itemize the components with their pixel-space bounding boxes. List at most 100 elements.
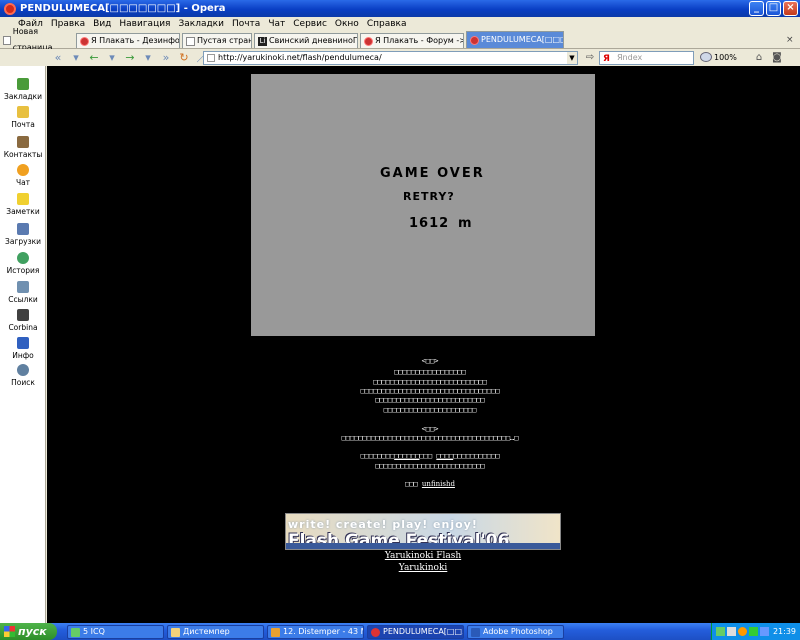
li-icon: Li: [258, 36, 267, 46]
tab-3[interactable]: LiСвинский дневниноГ : Li…: [254, 33, 358, 48]
tab-4[interactable]: Я Плакать - Форум -> иг…: [360, 33, 464, 48]
flash-game-festival-banner[interactable]: write! create! play! enjoy! Flash Game F…: [285, 513, 561, 550]
sidebar-item-mail[interactable]: Почта: [0, 106, 46, 129]
tab-label: Я Плакать - Форум -> иг…: [375, 36, 463, 45]
inline-link[interactable]: □□□□: [436, 452, 453, 460]
eye-icon: [700, 52, 712, 62]
address-dropdown-icon[interactable]: ▼: [567, 52, 577, 64]
sidebar-item-notes[interactable]: Заметки: [0, 193, 46, 216]
text: □□□: [405, 480, 418, 488]
camera-icon[interactable]: ◙: [770, 51, 784, 65]
menu-navigation[interactable]: Навигация: [119, 19, 170, 29]
menu-help[interactable]: Справка: [367, 19, 407, 29]
opera-icon: [470, 35, 479, 45]
unfinishd-link[interactable]: unfinishd: [422, 480, 455, 488]
close-button[interactable]: ×: [783, 1, 798, 16]
tab-1[interactable]: Я Плакать - Дезинформа…: [76, 33, 180, 48]
menu-bookmarks[interactable]: Закладки: [178, 19, 224, 29]
sidebar-item-corbina[interactable]: Corbina: [0, 309, 46, 332]
zoom-value: 100%: [714, 53, 737, 62]
back-icon[interactable]: ←: [86, 51, 102, 65]
tray-icon[interactable]: [749, 627, 758, 636]
go-icon[interactable]: ⇨: [583, 51, 597, 65]
menu-mail[interactable]: Почта: [232, 19, 260, 29]
menu-window[interactable]: Окно: [335, 19, 359, 29]
back-dropdown-icon[interactable]: ▾: [68, 51, 84, 65]
tray-icons: [716, 627, 776, 636]
text: □□□□□□□□□□□: [453, 452, 500, 460]
back-menu-icon[interactable]: ▾: [104, 51, 120, 65]
start-button[interactable]: пуск: [0, 623, 57, 640]
rewind-icon[interactable]: «: [50, 51, 66, 65]
tray-icon[interactable]: [760, 627, 769, 636]
text: □□□: [419, 452, 433, 460]
retry-button[interactable]: RETRY?: [403, 190, 455, 203]
address-url: http://yarukinoki.net/flash/pendulumeca/: [218, 53, 382, 62]
zoom-control[interactable]: 100%: [700, 51, 744, 65]
menu-chat[interactable]: Чат: [268, 19, 285, 29]
forward-menu-icon[interactable]: ▾: [140, 51, 156, 65]
taskbar-item-folder[interactable]: Дистемпер: [167, 625, 264, 639]
sidebar-item-history[interactable]: История: [0, 252, 46, 275]
taskbar-item-icq[interactable]: 5 ICQ: [67, 625, 164, 639]
tray-icon[interactable]: [727, 627, 736, 636]
sidebar-item-search[interactable]: Поиск: [0, 364, 46, 387]
game-over-title: GAME OVER: [380, 166, 485, 181]
system-tray: 21:39: [711, 623, 800, 640]
opera-icon: [4, 2, 16, 15]
close-tab-icon[interactable]: ×: [786, 35, 796, 45]
search-input[interactable]: Я Яndex: [599, 51, 694, 65]
yarukinoki-link[interactable]: Yarukinoki: [330, 563, 516, 573]
menu-view[interactable]: Вид: [93, 19, 111, 29]
flash-game[interactable]: GAME OVER RETRY? 1612 m: [251, 74, 595, 336]
clock: 21:39: [772, 627, 796, 636]
start-label: пуск: [18, 625, 47, 638]
notes-icon: [17, 193, 29, 205]
forward-icon[interactable]: →: [122, 51, 138, 65]
maximize-button[interactable]: □: [766, 1, 781, 16]
sidebar-item-bookmarks[interactable]: Закладки: [0, 78, 46, 101]
sidebar-label: Контакты: [3, 150, 43, 159]
inline-link[interactable]: □□□□□□: [394, 452, 419, 460]
sidebar-label: Загрузки: [5, 237, 41, 246]
sidebar-label: Заметки: [6, 207, 40, 216]
links-icon: [17, 281, 29, 293]
taskbar-item-opera[interactable]: PENDULUMECA[□□…: [367, 625, 464, 639]
section-heading: <□□>: [421, 357, 439, 365]
reload-icon[interactable]: ↻: [176, 51, 192, 65]
distance-unit: m: [458, 216, 473, 231]
section-heading: <□□>: [421, 425, 439, 433]
downloads-icon: [17, 223, 29, 235]
mail-icon: [17, 106, 29, 118]
minimize-button[interactable]: _: [749, 1, 764, 16]
address-input[interactable]: http://yarukinoki.net/flash/pendulumeca/…: [203, 51, 578, 65]
fast-forward-icon[interactable]: »: [158, 51, 174, 65]
tray-icon[interactable]: [738, 627, 747, 636]
yarukinoki-flash-link[interactable]: Yarukinoki Flash: [330, 551, 516, 561]
taskbar-label: 5 ICQ: [83, 627, 105, 636]
sidebar-item-downloads[interactable]: Загрузки: [0, 223, 46, 246]
player-icon: [271, 628, 280, 637]
tab-5-active[interactable]: PENDULUMECA[□□□□□…: [466, 31, 564, 48]
sidebar-item-info[interactable]: Инфо: [0, 337, 46, 360]
tray-icon[interactable]: [716, 627, 725, 636]
yandex-icon: Я: [603, 54, 610, 64]
description-line: □□□□□□□□□□□□□□□□□□□□□□□□□□: [375, 462, 485, 470]
sidebar-item-links[interactable]: Ссылки: [0, 281, 46, 304]
menu-tools[interactable]: Сервис: [293, 19, 327, 29]
taskbar-item-player[interactable]: 12. Distemper - 43 M…: [267, 625, 364, 639]
tab-bar: Новая страница Я Плакать - Дезинформа… П…: [0, 27, 800, 52]
text: □□□□□□□□: [360, 452, 395, 460]
window-controls: _ □ ×: [749, 1, 798, 16]
new-tab-button[interactable]: Новая страница: [0, 27, 68, 52]
description-line: □□□□□□□□□□□□□□□□□□□□□□: [383, 406, 477, 414]
distance-value: 1612: [409, 216, 450, 231]
sidebar-item-contacts[interactable]: Контакты: [0, 136, 46, 159]
security-icon[interactable]: ⌂: [752, 51, 766, 65]
sidebar-item-chat[interactable]: Чат: [0, 164, 46, 187]
tab-2[interactable]: Пустая страница: [182, 33, 252, 48]
bookmarks-icon: [17, 78, 29, 90]
taskbar-item-photoshop[interactable]: Adobe Photoshop: [467, 625, 564, 639]
description-line: □□□□□□□□□□□□□□□□□□□□□□□□□□□□□□□□□□□□□□□□…: [341, 434, 519, 442]
opera-icon: [80, 36, 89, 46]
